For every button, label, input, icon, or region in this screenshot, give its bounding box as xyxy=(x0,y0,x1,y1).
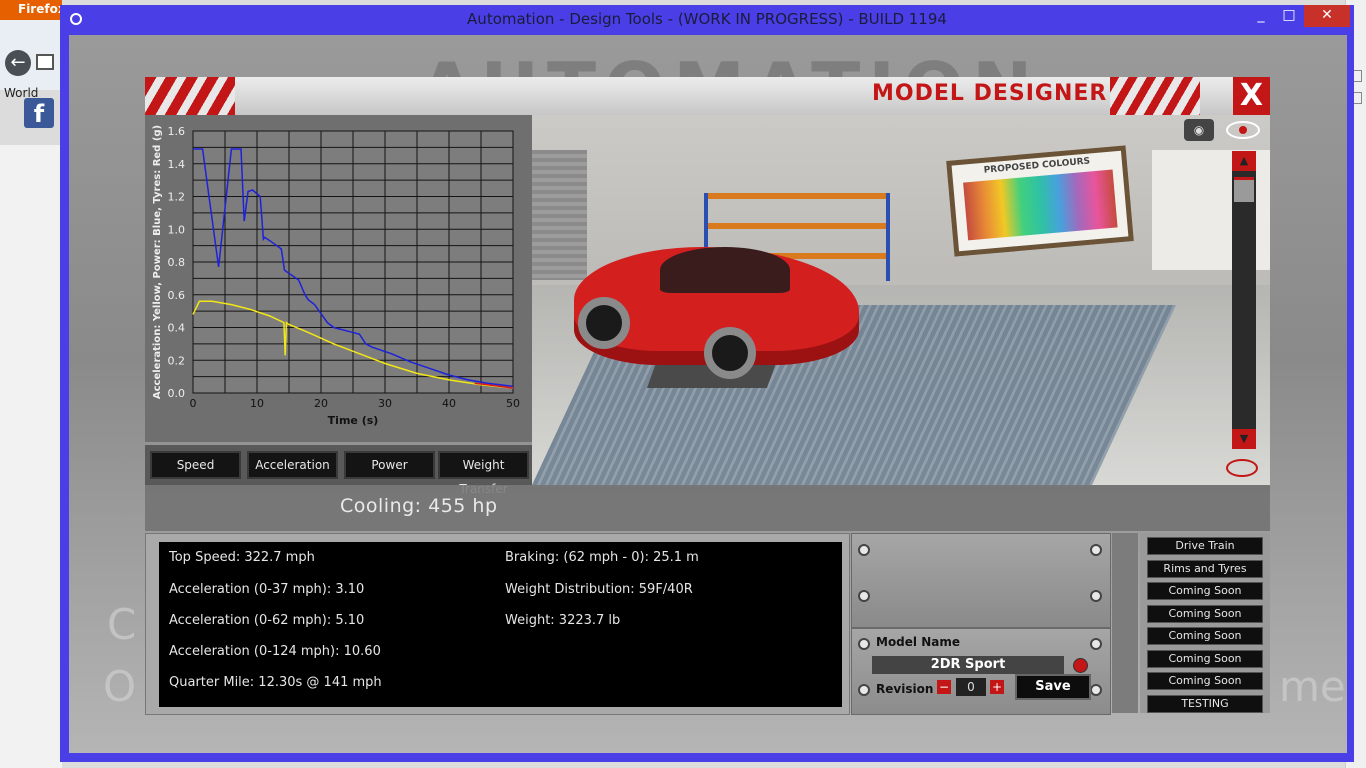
close-panel-button[interactable]: X xyxy=(1233,77,1270,115)
stat-accel-62: Acceleration (0-62 mph): 5.10 xyxy=(169,613,365,628)
reset-name-icon[interactable] xyxy=(1073,658,1088,673)
y-tick-label: 0.6 xyxy=(168,289,186,302)
stat-braking: Braking: (62 mph - 0): 25.1 m xyxy=(505,550,699,565)
menu-coming-soon[interactable]: Coming Soon xyxy=(1147,627,1263,645)
menu-testing[interactable]: TESTING xyxy=(1147,695,1263,713)
y-tick-label: 1.4 xyxy=(168,158,186,171)
menu-coming-soon[interactable]: Coming Soon xyxy=(1147,672,1263,690)
model-designer-panel: MODEL DESIGNER X 0 10 20 30 40 50 0.0 0.2 0.4 0.6… xyxy=(145,77,1270,717)
model-name-label: Model Name xyxy=(876,635,960,649)
x-tick-label: 30 xyxy=(378,397,392,410)
revision-decrement-button[interactable]: − xyxy=(937,680,951,694)
bolt xyxy=(858,544,870,556)
colour-swatches xyxy=(963,169,1118,241)
y-tick-label: 0.0 xyxy=(168,387,186,400)
scroll-thumb[interactable] xyxy=(1234,177,1254,202)
view-scrollbar[interactable]: ▲ ▼ xyxy=(1232,151,1256,449)
side-menu: Drive Train Rims and Tyres Coming Soon C… xyxy=(1140,533,1270,713)
browser-page-area xyxy=(0,145,62,768)
graph-button-row: Speed Acceleration Power Weight Transfer xyxy=(145,445,532,496)
car-roof xyxy=(660,247,790,293)
cooling-label: Cooling: 455 hp xyxy=(340,495,498,517)
stats-frame: Top Speed: 322.7 mph Acceleration (0-37 … xyxy=(145,533,850,715)
header-stripes xyxy=(145,77,235,115)
x-tick-label: 50 xyxy=(506,397,520,410)
back-arrow-icon[interactable]: ← xyxy=(5,50,31,76)
x-tick-label: 20 xyxy=(314,397,328,410)
stat-top-speed: Top Speed: 322.7 mph xyxy=(169,550,315,565)
stat-weight: Weight: 3223.7 lb xyxy=(505,613,621,628)
garage-door xyxy=(532,150,587,280)
car-wheel xyxy=(578,297,630,349)
header-stripes xyxy=(1110,77,1200,115)
browser-tab[interactable]: Firefox xyxy=(0,0,66,20)
background-text: C xyxy=(107,600,137,649)
model-panel: Model Name 2DR Sport Revision − 0 + Save xyxy=(851,628,1111,715)
game-viewport: AUTOMATION C O me MODEL DESIGNER X 01020… xyxy=(69,35,1347,753)
y-tick-label: 0.8 xyxy=(168,256,186,269)
y-tick-label: 0.2 xyxy=(168,354,186,367)
revision-increment-button[interactable]: + xyxy=(990,680,1004,694)
bolt xyxy=(1090,544,1102,556)
speed-graph-button[interactable]: Speed xyxy=(150,451,241,479)
panel-header: MODEL DESIGNER X xyxy=(145,77,1270,117)
scroll-down-icon[interactable]: ▼ xyxy=(1232,429,1256,449)
x-axis-label: Time (s) xyxy=(328,414,379,427)
chart-svg: 0 10 20 30 40 50 0.0 0.2 0.4 0.6 0.8 1.0 1.2 1.4 1.6 Ti… xyxy=(152,125,520,427)
window-title: Automation - Design Tools - (WORK IN PRO… xyxy=(467,10,947,28)
y-axis-label: Acceleration: Yellow, Power: Blue, Tyres… xyxy=(152,125,163,399)
menu-rail xyxy=(1112,533,1138,713)
x-tick-label: 0 xyxy=(190,397,197,410)
bolt xyxy=(858,684,870,696)
scroll-up-icon[interactable]: ▲ xyxy=(1232,151,1256,171)
colour-poster: PROPOSED COLOURS xyxy=(946,145,1134,257)
camera-icon[interactable]: ◉ xyxy=(1184,119,1214,141)
stat-weight-distribution: Weight Distribution: 59F/40R xyxy=(505,582,693,597)
acceleration-graph-button[interactable]: Acceleration xyxy=(247,451,338,479)
bolt xyxy=(858,638,870,650)
stat-quarter-mile: Quarter Mile: 12.30s @ 141 mph xyxy=(169,675,382,690)
y-tick-label: 0.4 xyxy=(168,322,186,335)
background-text: O xyxy=(103,662,137,711)
model-name-field[interactable]: 2DR Sport xyxy=(872,656,1064,674)
facebook-icon[interactable]: f xyxy=(24,98,54,128)
menu-drive-train[interactable]: Drive Train xyxy=(1147,537,1263,555)
empty-plate xyxy=(851,533,1111,628)
menu-coming-soon[interactable]: Coming Soon xyxy=(1147,582,1263,600)
performance-graph: 0 10 20 30 40 50 0.0 0.2 0.4 0.6 0.8 1.0 1.2 1.4 1.6 Ti… xyxy=(145,115,532,442)
car-wheel xyxy=(704,327,756,379)
bolt xyxy=(1090,638,1102,650)
background-text: me xyxy=(1279,662,1346,711)
cooling-bar: Cooling: 455 hp xyxy=(145,485,1270,531)
save-button[interactable]: Save xyxy=(1015,674,1091,700)
bolt xyxy=(1090,590,1102,602)
stat-accel-124: Acceleration (0-124 mph): 10.60 xyxy=(169,644,381,659)
menu-coming-soon[interactable]: Coming Soon xyxy=(1147,605,1263,623)
menu-coming-soon[interactable]: Coming Soon xyxy=(1147,650,1263,668)
stat-accel-37: Acceleration (0-37 mph): 3.10 xyxy=(169,582,365,597)
revision-value: 0 xyxy=(956,678,986,696)
power-graph-button[interactable]: Power xyxy=(344,451,435,479)
maximize-button[interactable]: □ xyxy=(1276,5,1302,27)
app-window: Automation - Design Tools - (WORK IN PRO… xyxy=(60,5,1354,762)
stats-panel: Top Speed: 322.7 mph Acceleration (0-37 … xyxy=(159,542,842,707)
eye-icon[interactable] xyxy=(1226,121,1260,139)
revision-label: Revision xyxy=(876,682,934,696)
x-tick-label: 10 xyxy=(250,397,264,410)
car-3d-view[interactable]: PROPOSED COLOURS ◉ ▲ ▼ xyxy=(532,115,1270,485)
x-tick-label: 40 xyxy=(442,397,456,410)
close-window-button[interactable]: ✕ xyxy=(1304,5,1350,27)
weight-transfer-graph-button[interactable]: Weight Transfer xyxy=(438,451,529,496)
y-tick-label: 1.6 xyxy=(168,125,186,138)
page-icon[interactable] xyxy=(36,54,54,70)
minimize-button[interactable]: _ xyxy=(1248,5,1274,27)
browser-toolbar: ← World xyxy=(0,20,62,100)
panel-title: MODEL DESIGNER xyxy=(872,81,1108,106)
hide-eye-icon[interactable] xyxy=(1226,459,1258,477)
menu-rims-and-tyres[interactable]: Rims and Tyres xyxy=(1147,560,1263,578)
bolt xyxy=(858,590,870,602)
y-tick-label: 1.2 xyxy=(168,191,186,204)
bolt xyxy=(1090,684,1102,696)
y-tick-label: 1.0 xyxy=(168,223,186,236)
